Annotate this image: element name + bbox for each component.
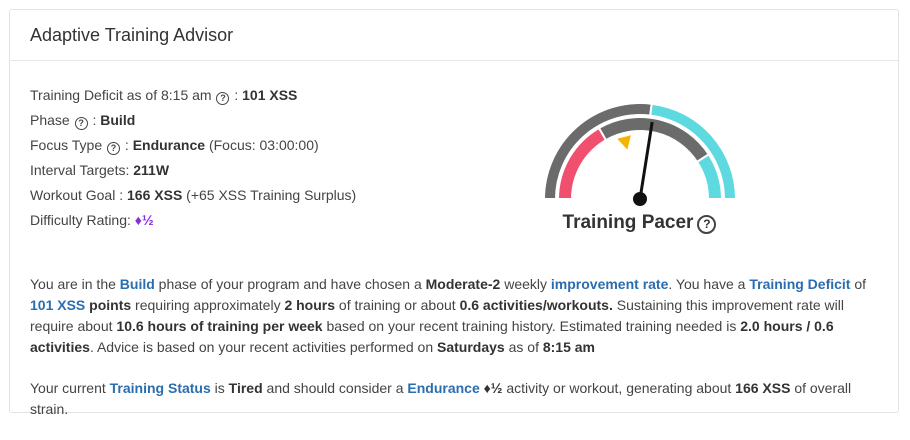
improvement-rate-link[interactable]: improvement rate [551,276,668,292]
training-status-link[interactable]: Training Status [110,380,211,396]
focus-detail: (Focus: 03:00:00) [208,137,319,153]
deficit-sep: : [234,87,239,103]
help-icon[interactable]: ? [697,215,717,234]
goal-label: Workout Goal : [30,187,124,203]
difficulty-label: Difficulty Rating: [30,212,131,228]
pacer-label-text: Training Pacer [562,212,694,233]
stat-interval-targets: Interval Targets: 211W [30,158,356,183]
help-icon[interactable]: ? [107,142,121,155]
interval-label: Interval Targets: [30,162,130,178]
gauge-needle [638,121,654,200]
training-pacer-gauge: Training Pacer? [530,94,750,234]
phase-link[interactable]: Build [120,276,155,292]
goal-detail: (+65 XSS Training Surplus) [186,187,357,203]
advice-text: You are in the Build phase of your progr… [30,274,890,440]
gauge-hub [633,192,647,206]
pacer-pointer-icon [617,135,631,150]
card-title: Adaptive Training Advisor [30,24,234,45]
help-icon[interactable]: ? [216,92,230,105]
phase-value: Build [100,112,136,128]
focus-label: Focus Type [30,137,103,153]
help-icon[interactable]: ? [74,117,88,130]
advice-paragraph-2: Your current Training Status is Tired an… [30,380,852,417]
stat-focus-type: Focus Type ? : Endurance (Focus: 03:00:0… [30,133,356,158]
stat-difficulty: Difficulty Rating: ♦½ [30,208,356,233]
difficulty-value: ♦½ [134,212,154,228]
phase-label: Phase [30,112,70,128]
pacer-label: Training Pacer? [530,212,750,234]
gauge-svg [542,102,738,206]
phase-sep: : [92,112,97,128]
training-deficit-link[interactable]: Training Deficit [749,276,850,292]
stat-phase: Phase ? : Build [30,108,356,133]
focus-value: Endurance [132,137,206,153]
deficit-value: 101 XSS [242,87,298,103]
goal-value: 166 XSS [127,187,183,203]
card-header: Adaptive Training Advisor [10,10,898,61]
advice-paragraph-1: You are in the Build phase of your progr… [30,276,867,355]
endurance-link[interactable]: Endurance [407,380,479,396]
advisor-card: Adaptive Training Advisor Training Defic… [9,9,899,417]
focus-sep: : [124,137,129,153]
stats-list: Training Deficit as of 8:15 am ? : 101 X… [30,83,356,233]
stat-training-deficit: Training Deficit as of 8:15 am ? : 101 X… [30,83,356,108]
deficit-label: Training Deficit as of 8:15 am [30,87,212,103]
deficit-xss-link[interactable]: 101 XSS [30,297,85,313]
stat-workout-goal: Workout Goal : 166 XSS (+65 XSS Training… [30,183,356,208]
interval-value: 211W [133,162,170,178]
